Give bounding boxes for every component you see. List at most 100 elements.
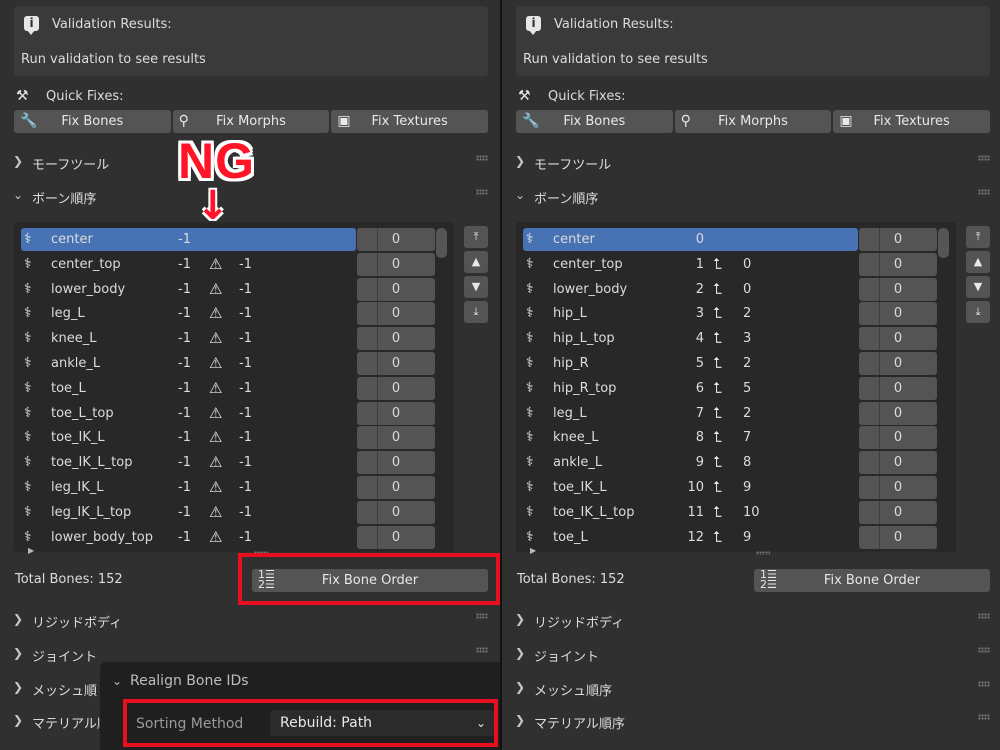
fix-bones-button[interactable]: 🔧 Fix Bones — [516, 110, 673, 133]
bone-value-field[interactable]: 0 — [859, 376, 937, 400]
expand-filter-icon[interactable]: ▶ — [28, 546, 34, 555]
bone-row[interactable]: ⚕ leg_IK_L -1 ⚠ -1 0 — [21, 476, 447, 499]
bone-value-field[interactable]: 0 — [859, 525, 937, 549]
bone-name-cell[interactable]: ⚕ toe_IK_L 10 ⮤ 9 — [523, 476, 858, 499]
bone-row[interactable]: ⚕ lower_body 2 ⮤ 0 0 — [523, 277, 949, 301]
bone-row[interactable]: ⚕ toe_L_top -1 ⚠ -1 0 — [21, 401, 447, 425]
fix-textures-button[interactable]: ▣ Fix Textures — [833, 110, 991, 133]
drag-grip-icon[interactable] — [476, 647, 488, 653]
bone-name-cell[interactable]: ⚕ hip_R 5 ⮤ 2 — [523, 352, 858, 375]
fix-textures-button[interactable]: ▣ Fix Textures — [331, 110, 489, 133]
bone-row[interactable]: ⚕ toe_L -1 ⚠ -1 0 — [21, 376, 447, 400]
bone-row[interactable]: ⚕ toe_IK_L 10 ⮤ 9 0 — [523, 476, 949, 499]
bone-name-cell[interactable]: ⚕ toe_L_top -1 ⚠ -1 — [21, 402, 356, 425]
bone-row[interactable]: ⚕ leg_L 7 ⮤ 2 0 — [523, 401, 949, 425]
bone-row[interactable]: ⚕ leg_IK_L_top -1 ⚠ -1 0 — [21, 500, 447, 524]
section-material-order[interactable]: ❯ マテリアル順序 — [502, 707, 1000, 735]
drag-grip-icon[interactable] — [978, 155, 990, 161]
list-scrollbar[interactable] — [938, 228, 949, 258]
bone-row[interactable]: ⚕ center 0 0 — [523, 228, 949, 251]
bone-row[interactable]: ⚕ lower_body_top -1 ⚠ -1 0 — [21, 525, 447, 549]
bone-name-cell[interactable]: ⚕ center -1 — [21, 228, 356, 251]
bone-row[interactable]: ⚕ knee_L 8 ⮤ 7 0 — [523, 426, 949, 450]
bone-value-field[interactable]: 0 — [859, 277, 937, 301]
bone-name-cell[interactable]: ⚕ leg_L 7 ⮤ 2 — [523, 402, 858, 425]
bone-name-cell[interactable]: ⚕ leg_IK_L -1 ⚠ -1 — [21, 476, 356, 499]
bone-value-field[interactable]: 0 — [357, 302, 435, 326]
bone-name-cell[interactable]: ⚕ toe_IK_L_top 11 ⮤ 10 — [523, 501, 858, 524]
bone-row[interactable]: ⚕ knee_L -1 ⚠ -1 0 — [21, 327, 447, 351]
bone-list[interactable]: ⚕ center 0 0 ⚕ center_top 1 ⮤ 0 0 ⚕ lower_body 2 ⮤ 0 0 ⚕… — [516, 222, 956, 555]
bone-value-field[interactable]: 0 — [357, 525, 435, 549]
bone-row[interactable]: ⚕ ankle_L 9 ⮤ 8 0 — [523, 451, 949, 475]
bone-row[interactable]: ⚕ hip_R 5 ⮤ 2 0 — [523, 352, 949, 375]
bone-value-field[interactable]: 0 — [357, 476, 435, 499]
drag-grip-icon[interactable] — [476, 155, 488, 161]
move-down-button[interactable]: ▼ — [464, 276, 488, 298]
bone-row[interactable]: ⚕ leg_L -1 ⚠ -1 0 — [21, 302, 447, 326]
move-top-button[interactable]: ⤒ — [966, 226, 990, 248]
drag-grip-icon[interactable] — [476, 613, 488, 619]
bone-value-field[interactable]: 0 — [859, 426, 937, 450]
bone-value-field[interactable]: 0 — [859, 476, 937, 499]
move-top-button[interactable]: ⤒ — [464, 226, 488, 248]
bone-row[interactable]: ⚕ hip_L 3 ⮤ 2 0 — [523, 302, 949, 326]
fix-morphs-button[interactable]: ⚲ Fix Morphs — [674, 110, 832, 133]
bone-value-field[interactable]: 0 — [357, 327, 435, 351]
bone-name-cell[interactable]: ⚕ toe_L 12 ⮤ 9 — [523, 526, 858, 549]
bone-name-cell[interactable]: ⚕ leg_L -1 ⚠ -1 — [21, 302, 356, 325]
fix-bone-order-button[interactable]: 1☰ 2☰ Fix Bone Order — [754, 569, 990, 592]
bone-value-field[interactable]: 0 — [357, 252, 435, 276]
bone-name-cell[interactable]: ⚕ toe_IK_L_top -1 ⚠ -1 — [21, 451, 356, 474]
bone-row[interactable]: ⚕ toe_L 12 ⮤ 9 0 — [523, 525, 949, 549]
bone-name-cell[interactable]: ⚕ hip_R_top 6 ⮤ 5 — [523, 377, 858, 400]
bone-value-field[interactable]: 0 — [357, 376, 435, 400]
bone-name-cell[interactable]: ⚕ knee_L 8 ⮤ 7 — [523, 426, 858, 449]
bone-row[interactable]: ⚕ toe_IK_L_top 11 ⮤ 10 0 — [523, 500, 949, 524]
move-bottom-button[interactable]: ⤓ — [966, 301, 990, 323]
bone-row[interactable]: ⚕ center -1 0 — [21, 228, 447, 251]
move-up-button[interactable]: ▲ — [966, 251, 990, 273]
bone-value-field[interactable]: 0 — [859, 302, 937, 326]
bone-name-cell[interactable]: ⚕ center_top 1 ⮤ 0 — [523, 253, 858, 276]
bone-name-cell[interactable]: ⚕ knee_L -1 ⚠ -1 — [21, 327, 356, 350]
bone-name-cell[interactable]: ⚕ toe_IK_L -1 ⚠ -1 — [21, 426, 356, 449]
bone-name-cell[interactable]: ⚕ ankle_L -1 ⚠ -1 — [21, 352, 356, 375]
bone-name-cell[interactable]: ⚕ center 0 — [523, 228, 858, 251]
drag-grip-icon[interactable] — [978, 647, 990, 653]
section-joint[interactable]: ❯ ジョイント — [502, 640, 1000, 668]
bone-name-cell[interactable]: ⚕ leg_IK_L_top -1 ⚠ -1 — [21, 501, 356, 524]
bone-value-field[interactable]: 0 — [859, 500, 937, 524]
expand-filter-icon[interactable]: ▶ — [530, 546, 536, 555]
bone-row[interactable]: ⚕ center_top -1 ⚠ -1 0 — [21, 252, 447, 276]
bone-value-field[interactable]: 0 — [859, 327, 937, 351]
drag-grip-icon[interactable] — [978, 189, 990, 195]
bone-name-cell[interactable]: ⚕ lower_body_top -1 ⚠ -1 — [21, 526, 356, 549]
bone-row[interactable]: ⚕ ankle_L -1 ⚠ -1 0 — [21, 352, 447, 375]
bone-value-field[interactable]: 0 — [859, 352, 937, 375]
move-down-button[interactable]: ▼ — [966, 276, 990, 298]
bone-row[interactable]: ⚕ toe_IK_L -1 ⚠ -1 0 — [21, 426, 447, 450]
bone-row[interactable]: ⚕ toe_IK_L_top -1 ⚠ -1 0 — [21, 451, 447, 475]
bone-name-cell[interactable]: ⚕ hip_L_top 4 ⮤ 3 — [523, 327, 858, 350]
section-morph-tools[interactable]: ❯ モーフツール — [502, 148, 1000, 176]
bone-name-cell[interactable]: ⚕ ankle_L 9 ⮤ 8 — [523, 451, 858, 474]
bone-value-field[interactable]: 0 — [357, 352, 435, 375]
bone-value-field[interactable]: 0 — [357, 277, 435, 301]
bone-value-field[interactable]: 0 — [357, 228, 435, 251]
drag-grip-icon[interactable] — [978, 714, 990, 720]
bone-value-field[interactable]: 0 — [357, 426, 435, 450]
bone-name-cell[interactable]: ⚕ center_top -1 ⚠ -1 — [21, 253, 356, 276]
bone-value-field[interactable]: 0 — [357, 451, 435, 475]
fix-morphs-button[interactable]: ⚲ Fix Morphs — [172, 110, 330, 133]
bone-name-cell[interactable]: ⚕ hip_L 3 ⮤ 2 — [523, 302, 858, 325]
bone-row[interactable]: ⚕ hip_L_top 4 ⮤ 3 0 — [523, 327, 949, 351]
bone-value-field[interactable]: 0 — [859, 401, 937, 425]
bone-value-field[interactable]: 0 — [357, 401, 435, 425]
drag-grip-icon[interactable] — [978, 613, 990, 619]
section-rigid-body[interactable]: ❯ リジッドボディ — [0, 606, 500, 634]
bone-value-field[interactable]: 0 — [357, 500, 435, 524]
bone-value-field[interactable]: 0 — [859, 451, 937, 475]
fix-bones-button[interactable]: 🔧 Fix Bones — [14, 110, 171, 133]
list-resize-grip[interactable] — [756, 551, 770, 555]
